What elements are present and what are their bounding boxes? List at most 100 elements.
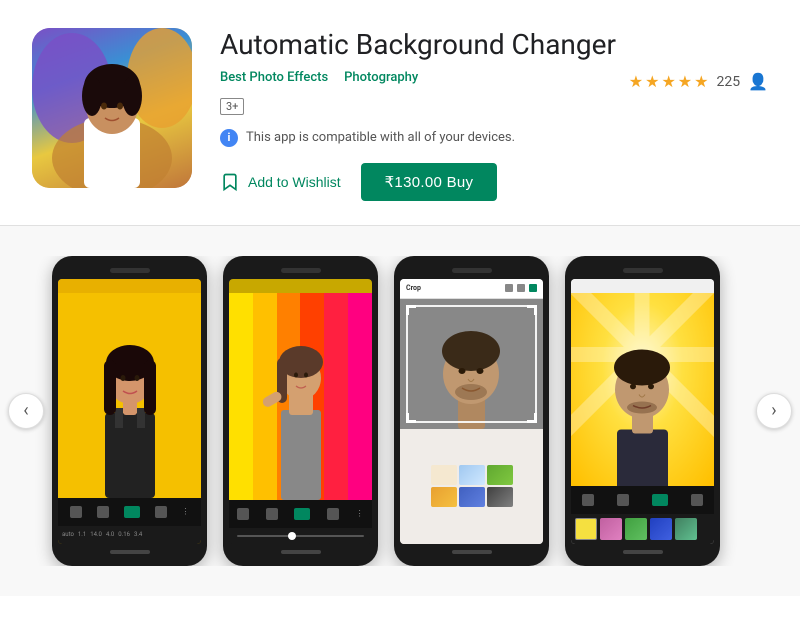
carousel-left-arrow[interactable]: ‹ [8, 393, 44, 429]
age-badge: 3+ [220, 98, 244, 115]
param4: 4.0 [106, 531, 114, 538]
s3-icon-2 [517, 284, 525, 292]
phone-mockup-2: ⋮ [223, 256, 378, 566]
screen4-tb-3 [652, 494, 668, 506]
screen4-status [571, 279, 714, 293]
bg-thumb-3 [487, 465, 513, 485]
star-1: ★ [629, 72, 643, 91]
screen3-bottom [400, 429, 543, 544]
crop-corner-tr [527, 305, 537, 315]
buy-button[interactable]: ₹130.00 Buy [361, 163, 498, 201]
left-arrow-icon: ‹ [23, 400, 28, 421]
screen2-status [229, 279, 372, 293]
screen2-tb-3 [294, 508, 310, 520]
screen2-content [229, 293, 372, 500]
wishlist-button[interactable]: Add to Wishlist [220, 172, 341, 192]
rating-count: 225 [716, 74, 740, 90]
crop-corner-tl [406, 305, 416, 315]
phone-home-bar-2 [281, 550, 321, 554]
tb-icon-4 [155, 506, 167, 518]
screen1-status [58, 279, 201, 293]
bg-thumb-2 [459, 465, 485, 485]
phone-home-bar-3 [452, 550, 492, 554]
app-icon [32, 28, 192, 188]
phone-speaker-2 [281, 268, 321, 273]
phone-speaker-1 [110, 268, 150, 273]
param3: 14.0 [90, 531, 102, 538]
screen3-photo [400, 299, 543, 429]
crop-corner-bl [406, 413, 416, 423]
category-link-photography[interactable]: Photography [344, 70, 418, 85]
phone-speaker-3 [452, 268, 492, 273]
person-icon: 👤 [748, 72, 768, 91]
phone-home-bar-1 [110, 550, 150, 554]
crop-corner-br [527, 413, 537, 423]
screen4-tb-4 [691, 494, 703, 506]
screen4-photo [571, 293, 714, 486]
slider-knob [288, 532, 296, 540]
star-2: ★ [645, 72, 659, 91]
star-half: ★ [694, 72, 708, 91]
param1: auto [62, 531, 74, 538]
app-info-section: Automatic Background Changer Best Photo … [0, 0, 800, 226]
thumb-4 [650, 518, 672, 540]
param5: 0.16 [118, 531, 130, 538]
thumb-2 [600, 518, 622, 540]
screen4-toolbar [571, 486, 714, 514]
phone-speaker-4 [623, 268, 663, 273]
screen2-tb-4 [327, 508, 339, 520]
tb-icon-2 [97, 506, 109, 518]
bg-thumb-5 [459, 487, 485, 507]
phone-screen-1: ⋮ auto 1.1 14.0 4.0 0.16 3.4 [58, 279, 201, 544]
screen4-tb-2 [617, 494, 629, 506]
star-3: ★ [661, 72, 675, 91]
stars: ★ ★ ★ ★ ★ [629, 72, 709, 91]
compatibility-row: i This app is compatible with all of you… [220, 129, 768, 147]
tb-icon-3 [124, 506, 140, 518]
thumb-5 [675, 518, 697, 540]
thumb-3 [625, 518, 647, 540]
screen1-params: auto 1.1 14.0 4.0 0.16 3.4 [58, 526, 201, 544]
wishlist-label: Add to Wishlist [248, 174, 341, 190]
wishlist-icon [220, 172, 240, 192]
param6: 3.4 [134, 531, 142, 538]
bg-grid [427, 461, 517, 511]
screen2-toolbar: ⋮ [229, 500, 372, 528]
action-row: Add to Wishlist ₹130.00 Buy [220, 163, 768, 201]
s3-icon-3 [529, 284, 537, 292]
screenshots-section: ‹ [0, 226, 800, 596]
rating-row: ★ ★ ★ ★ ★ 225 👤 [629, 72, 768, 91]
s3-icon-1 [505, 284, 513, 292]
crop-border [406, 305, 537, 423]
carousel-right-arrow[interactable]: › [756, 393, 792, 429]
phone-screen-2: ⋮ [229, 279, 372, 544]
app-title: Automatic Background Changer [220, 28, 768, 62]
param2: 1.1 [78, 531, 86, 538]
phone-screen-3: Crop [400, 279, 543, 544]
bg-thumb-4 [431, 487, 457, 507]
bg-thumb-6 [487, 487, 513, 507]
screen1-content [58, 293, 201, 498]
screen3-icons [505, 284, 537, 292]
screen4-tb-1 [582, 494, 594, 506]
screen2-tb-2 [266, 508, 278, 520]
phone-screen-4 [571, 279, 714, 544]
phone-mockup-3: Crop [394, 256, 549, 566]
screen4-thumbs [571, 514, 714, 544]
slider-line [237, 535, 364, 537]
tb-icon-1 [70, 506, 82, 518]
phone-mockup-4 [565, 256, 720, 566]
info-icon: i [220, 129, 238, 147]
category-link-photos[interactable]: Best Photo Effects [220, 70, 328, 85]
bg-thumb-1 [431, 465, 457, 485]
screen1-toolbar: ⋮ [58, 498, 201, 526]
screen3-header: Crop [400, 279, 543, 299]
phone-home-bar-4 [623, 550, 663, 554]
screen2-tb-1 [237, 508, 249, 520]
thumb-1 [575, 518, 597, 540]
compatibility-text: This app is compatible with all of your … [246, 130, 515, 145]
crop-label: Crop [406, 284, 421, 292]
right-arrow-icon: › [771, 400, 776, 421]
app-details: Automatic Background Changer Best Photo … [220, 28, 768, 201]
screenshots-container: ⋮ auto 1.1 14.0 4.0 0.16 3.4 [0, 256, 772, 566]
